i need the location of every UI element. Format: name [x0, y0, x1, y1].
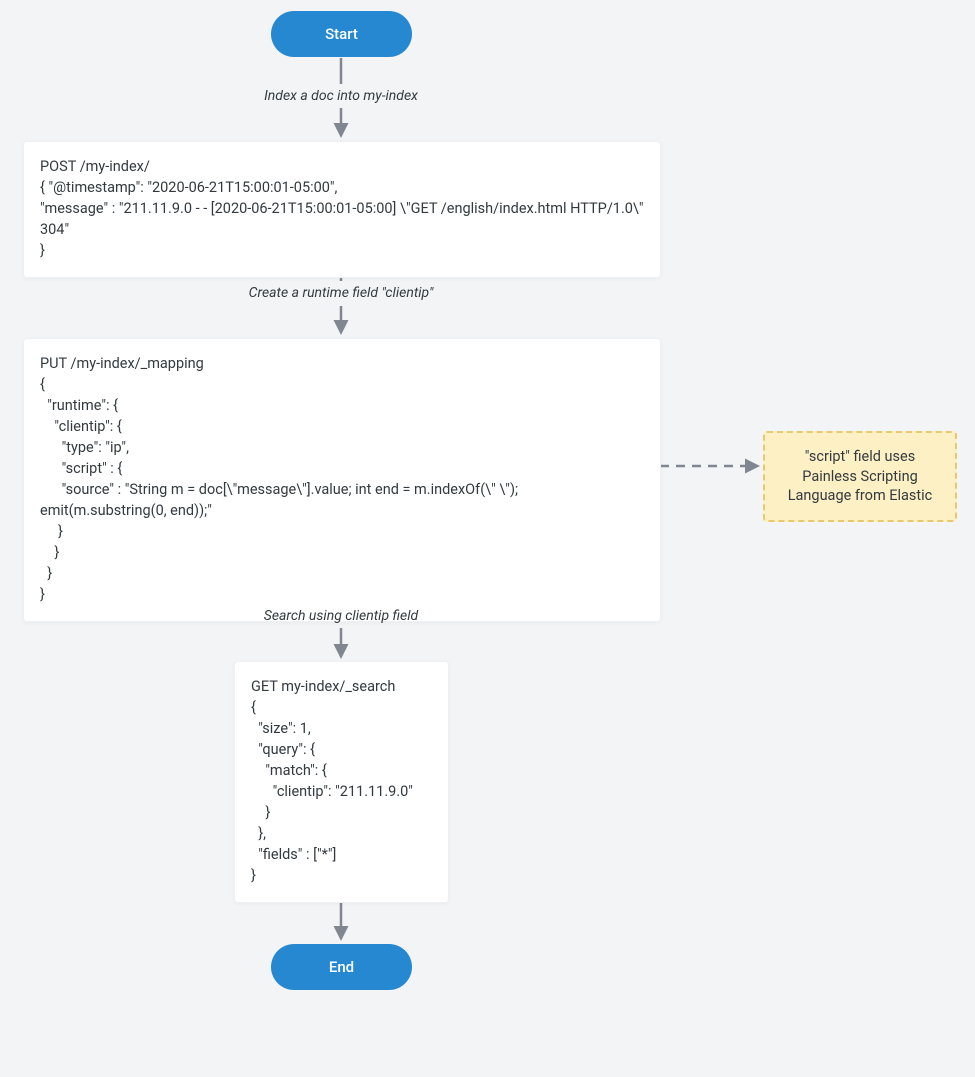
painless-note: "script" field uses Painless Scripting L… [763, 431, 957, 522]
label-create-runtime: Create a runtime field "clientip" [230, 285, 452, 301]
code-get-search-box: GET my-index/_search { "size": 1, "query… [234, 661, 449, 903]
code-post-box: POST /my-index/ { "@timestamp": "2020-06… [23, 141, 661, 278]
label-index-doc: Index a doc into my-index [230, 88, 452, 104]
label-search: Search using clientip field [230, 608, 452, 624]
code-put-mapping-box: PUT /my-index/_mapping { "runtime": { "c… [23, 338, 661, 622]
start-node: Start [271, 11, 412, 57]
end-node: End [271, 944, 412, 990]
